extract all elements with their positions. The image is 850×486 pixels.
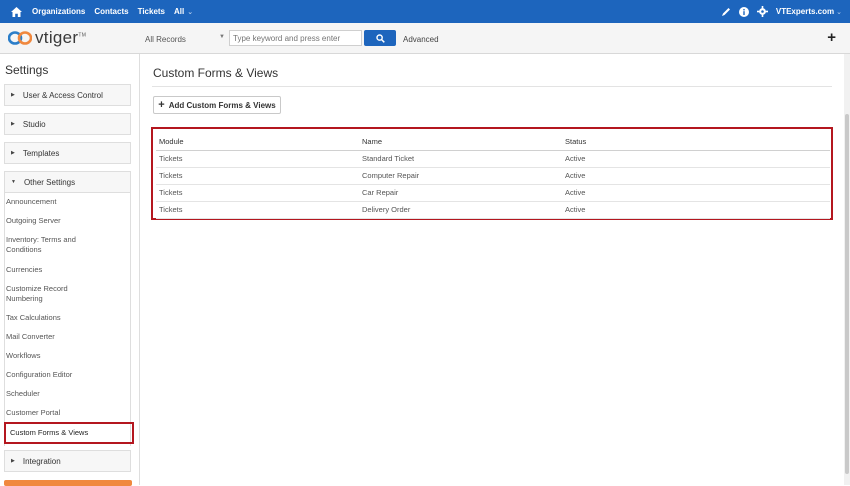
cell-module: Tickets [156, 167, 359, 185]
nav-tickets[interactable]: Tickets [138, 7, 165, 16]
sidebar-item-scheduler[interactable]: Scheduler [6, 389, 40, 399]
nav-all-label: All [174, 7, 185, 16]
sidebar-section-label: Integration [22, 456, 61, 466]
pencil-icon[interactable] [721, 7, 731, 17]
cell-status: Active [562, 167, 830, 185]
cell-name: Car Repair [359, 184, 562, 202]
user-menu[interactable]: VTExperts.com [776, 7, 834, 16]
caret-down-icon: ▼ [219, 34, 225, 40]
caret-right-icon: ▶ [11, 458, 15, 464]
table-row[interactable]: Tickets Standard Ticket Active [156, 150, 830, 168]
record-filter-select[interactable]: All Records ▼ [142, 31, 227, 47]
sidebar-item-customer-portal[interactable]: Customer Portal [6, 408, 60, 418]
top-nav-right: VTExperts.com ⌄ [721, 0, 850, 23]
vtiger-logo[interactable]: vtigerTM [8, 27, 86, 49]
header-bar: vtigerTM All Records ▼ Advanced + [0, 23, 850, 54]
sidebar-item-mail-converter[interactable]: Mail Converter [6, 332, 55, 342]
vtiger-logo-icon [8, 31, 32, 45]
gear-icon[interactable] [756, 6, 768, 17]
sidebar-section-label: User & Access Control [22, 90, 103, 100]
nav-all[interactable]: All ⌄ [174, 7, 193, 16]
sidebar-section-label: Templates [22, 148, 60, 158]
page-title: Custom Forms & Views [153, 66, 279, 80]
caret-down-icon: ▼ [11, 179, 16, 185]
title-divider [152, 86, 832, 87]
add-custom-forms-views-button[interactable]: + Add Custom Forms & Views [153, 96, 281, 114]
table-header-row: Module Name Status [156, 133, 830, 151]
plus-icon: + [158, 99, 165, 111]
scrollbar-thumb[interactable] [845, 114, 849, 474]
top-navigation-bar: Organizations Contacts Tickets All ⌄ VTEx… [0, 0, 850, 23]
sidebar-section-label: Studio [22, 119, 46, 129]
table-row[interactable]: Tickets Computer Repair Active [156, 167, 830, 185]
sidebar-item-inventory-terms[interactable]: Inventory: Terms and Conditions [6, 235, 76, 255]
sidebar-section-other-settings[interactable]: ▼ Other Settings [4, 171, 131, 193]
quick-create-button[interactable]: + [827, 30, 836, 45]
sidebar-item-line: Inventory: Terms and [6, 235, 76, 244]
cell-name: Computer Repair [359, 167, 562, 185]
caret-right-icon: ▶ [11, 150, 15, 156]
cell-name: Standard Ticket [359, 150, 562, 168]
caret-right-icon: ▶ [11, 92, 15, 98]
sidebar-section-integration[interactable]: ▶ Integration [4, 450, 131, 472]
sidebar-section-templates[interactable]: ▶ Templates [4, 142, 131, 164]
sidebar-item-tax-calculations[interactable]: Tax Calculations [6, 313, 61, 323]
record-filter-value: All Records [145, 34, 186, 44]
info-icon[interactable] [738, 6, 749, 17]
sidebar-item-announcement[interactable]: Announcement [6, 197, 56, 207]
sidebar-section-studio[interactable]: ▶ Studio [4, 113, 131, 135]
sidebar-item-workflows[interactable]: Workflows [6, 351, 40, 361]
advanced-search-link[interactable]: Advanced [403, 35, 439, 44]
table-row[interactable]: Tickets Car Repair Active [156, 184, 830, 202]
sidebar-title: Settings [5, 63, 49, 77]
sidebar-item-custom-forms-views[interactable]: Custom Forms & Views [4, 422, 134, 444]
column-header-name[interactable]: Name [359, 133, 562, 151]
chevron-down-icon: ⌄ [836, 8, 842, 16]
custom-forms-table: Module Name Status Tickets Standard Tick… [156, 133, 830, 219]
sidebar-item-line: Numbering [6, 294, 43, 303]
search-icon [375, 33, 385, 43]
chevron-down-icon: ⌄ [187, 9, 194, 16]
cell-module: Tickets [156, 150, 359, 168]
add-button-label: Add Custom Forms & Views [168, 100, 276, 110]
sidebar-item-outgoing-server[interactable]: Outgoing Server [6, 216, 61, 226]
table-row[interactable]: Tickets Delivery Order Active [156, 201, 830, 219]
cell-status: Active [562, 201, 830, 219]
column-header-module[interactable]: Module [156, 133, 359, 151]
custom-forms-table-highlight: Module Name Status Tickets Standard Tick… [151, 127, 833, 220]
sidebar-item-line: Customize Record [6, 284, 68, 293]
search-button[interactable] [364, 30, 396, 46]
sidebar-section-user-access-control[interactable]: ▶ User & Access Control [4, 84, 131, 106]
sidebar-item-configuration-editor[interactable]: Configuration Editor [6, 370, 72, 380]
search-input[interactable] [229, 30, 362, 46]
logo-word: vtiger [35, 28, 79, 47]
nav-organizations[interactable]: Organizations [32, 7, 85, 16]
caret-right-icon: ▶ [11, 121, 15, 127]
cell-status: Active [562, 184, 830, 202]
sidebar-item-line: Conditions [6, 245, 42, 254]
sidebar-item-customize-record-numbering[interactable]: Customize Record Numbering [6, 284, 68, 304]
page-scrollbar[interactable] [844, 54, 850, 485]
logo-trademark: TM [78, 32, 87, 39]
cell-name: Delivery Order [359, 201, 562, 219]
cell-module: Tickets [156, 201, 359, 219]
logo-text: vtigerTM [35, 28, 86, 48]
sidebar-item-currencies[interactable]: Currencies [6, 265, 42, 275]
sidebar-bottom-bar [4, 480, 132, 486]
home-icon[interactable] [8, 6, 24, 17]
column-header-status[interactable]: Status [562, 133, 830, 151]
cell-status: Active [562, 150, 830, 168]
nav-contacts[interactable]: Contacts [94, 7, 128, 16]
cell-module: Tickets [156, 184, 359, 202]
sidebar-section-label: Other Settings [23, 177, 76, 187]
